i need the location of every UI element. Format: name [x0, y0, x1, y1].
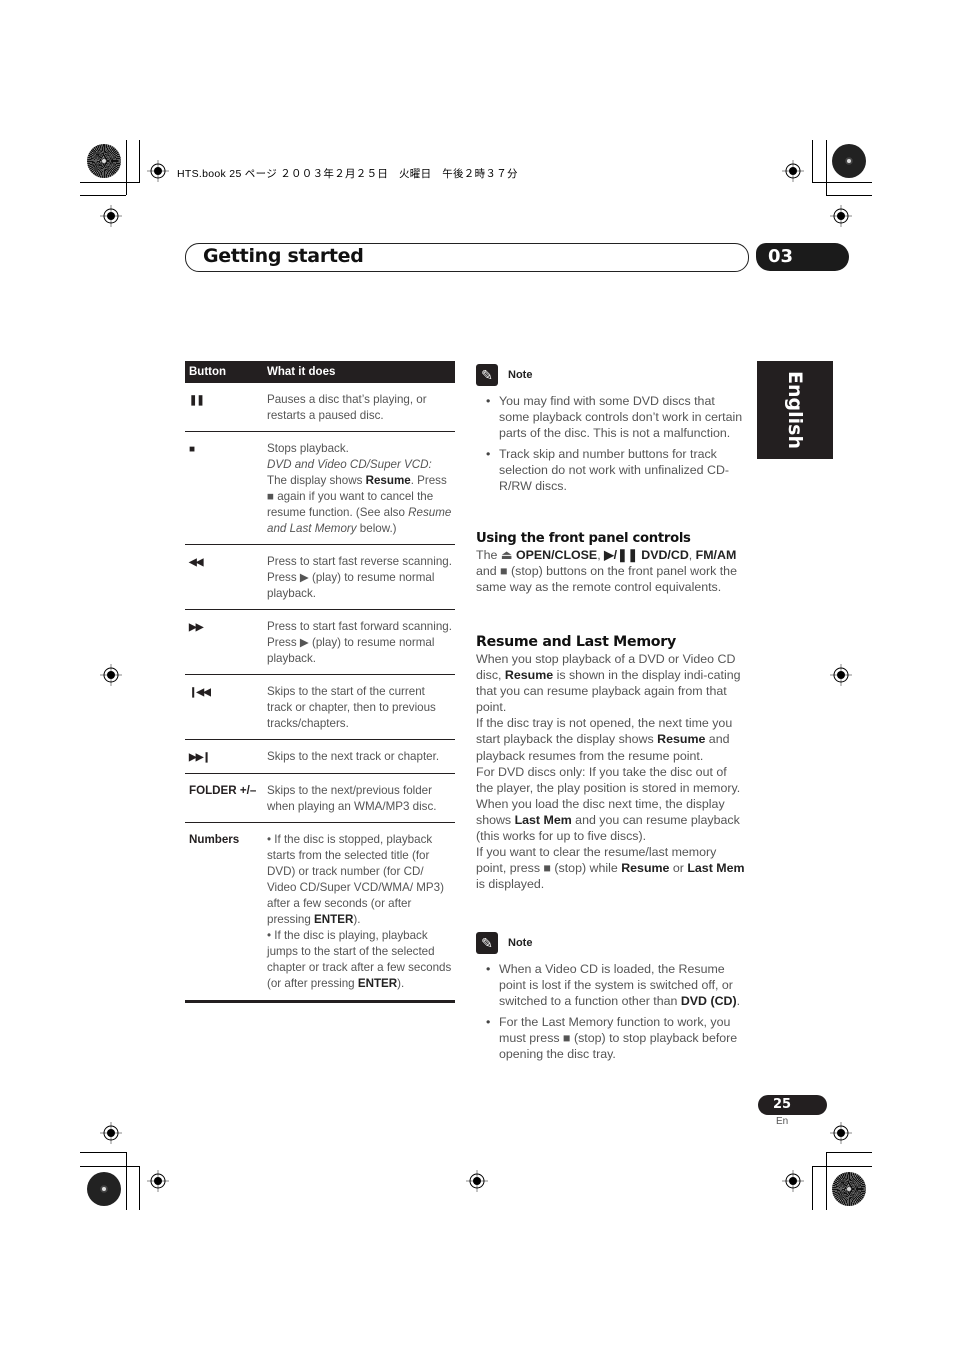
table-header: Button What it does — [185, 361, 455, 383]
pencil-icon: ✎ — [476, 364, 498, 386]
button-description: Press to start fast forward scanning. Pr… — [267, 620, 452, 665]
button-name: Numbers — [189, 833, 240, 846]
table-row: Numbers • If the disc is stopped, playbac… — [185, 823, 455, 1003]
registration-mark-icon — [466, 1170, 488, 1192]
note-box-1: ✎ Note You may find with some DVD discs … — [476, 363, 746, 500]
registration-mark-icon — [100, 205, 122, 227]
starburst-mark-bottom-left — [87, 1172, 121, 1206]
section-body: When you stop playback of a DVD or Video… — [476, 651, 746, 892]
pencil-icon: ✎ — [476, 932, 498, 954]
section-heading: Resume and Last Memory — [476, 634, 676, 650]
button-description: Skips to the next track or chapter. — [267, 750, 440, 763]
stop-icon: ■ — [189, 444, 195, 455]
crop-line — [812, 1166, 813, 1210]
starburst-mark-top-right — [832, 144, 866, 178]
button-name: FOLDER +/– — [189, 784, 257, 797]
note-list: When a Video CD is loaded, the Resume po… — [476, 961, 746, 1063]
starburst-mark-top-left — [87, 144, 121, 178]
button-description: Skips to the start of the current track … — [267, 685, 436, 730]
paragraph: If you want to clear the resume/last mem… — [476, 845, 745, 892]
table-row: ■ Stops playback. DVD and Video CD/Super V… — [185, 432, 455, 545]
crop-line — [126, 140, 127, 195]
front-panel-section: Using the front panel controls The ⏏ OPE… — [476, 530, 746, 595]
registration-mark-icon — [100, 1122, 122, 1144]
crop-line — [126, 1152, 127, 1210]
page-number: 25 — [773, 1097, 792, 1112]
fast-forward-icon: ▶▶ — [189, 622, 203, 633]
registration-mark-icon — [830, 664, 852, 686]
note-list: You may find with some DVD discs that so… — [476, 393, 746, 495]
crop-line — [826, 1152, 872, 1153]
crop-line — [80, 182, 140, 183]
crop-line — [80, 1166, 140, 1167]
language-tab-label: English — [784, 371, 806, 449]
section-title: Getting started — [203, 245, 364, 267]
section-body: The ⏏ OPEN/CLOSE, ▶/❚❚ DVD/CD, FM/AM and… — [476, 548, 737, 595]
table-row: ❚❚ Pauses a disc that’s playing, or resta… — [185, 383, 455, 432]
table-body: ❚❚ Pauses a disc that’s playing, or resta… — [185, 383, 455, 1003]
registration-mark-icon — [782, 160, 804, 182]
registration-mark-icon — [147, 1170, 169, 1192]
note-item: When a Video CD is loaded, the Resume po… — [476, 961, 746, 1009]
note-item: Track skip and number buttons for track … — [476, 446, 746, 494]
registration-mark-icon — [830, 205, 852, 227]
starburst-mark-bottom-right — [832, 1172, 866, 1206]
page-language: En — [776, 1116, 789, 1127]
column-header-button: Button — [189, 366, 227, 378]
table-row: ▶▶❙ Skips to the next track or chapter. — [185, 740, 455, 774]
paragraph: If the disc tray is not opened, the next… — [476, 716, 733, 763]
crop-line — [139, 1166, 140, 1210]
section-heading: Using the front panel controls — [476, 531, 691, 546]
note-label: Note — [508, 368, 533, 381]
crop-line — [826, 1152, 827, 1210]
language-tab-label-wrap: English — [757, 361, 833, 459]
registration-mark-icon — [782, 1170, 804, 1192]
table-row: ❙◀◀ Skips to the start of the current tra… — [185, 675, 455, 740]
registration-mark-icon — [830, 1122, 852, 1144]
crop-line — [812, 140, 813, 182]
print-slug: HTS.book 25 ページ ２００３年２月２５日 火曜日 午後２時３７分 — [177, 168, 518, 180]
table-row: ▶▶ Press to start fast forward scanning. … — [185, 610, 455, 675]
button-description: Skips to the next/previous folder when p… — [267, 784, 437, 813]
table-row: FOLDER +/– Skips to the next/previous fol… — [185, 774, 455, 823]
resume-section: Resume and Last Memory When you stop pla… — [476, 634, 746, 892]
button-description: Pauses a disc that’s playing, or restart… — [267, 393, 427, 422]
chapter-number: 03 — [768, 246, 794, 267]
note-header: ✎ Note — [476, 363, 746, 387]
button-description: • If the disc is stopped, playback start… — [267, 833, 452, 990]
button-description: Press to start fast reverse scanning. Pr… — [267, 555, 452, 600]
note-item: You may find with some DVD discs that so… — [476, 393, 746, 441]
column-header-what-it-does: What it does — [267, 366, 336, 378]
registration-mark-icon — [100, 664, 122, 686]
note-box-2: ✎ Note When a Video CD is loaded, the Re… — [476, 931, 746, 1068]
note-label: Note — [508, 936, 533, 949]
crop-line — [139, 140, 140, 182]
crop-line — [80, 195, 126, 196]
registration-mark-icon — [147, 160, 169, 182]
skip-previous-icon: ❙◀◀ — [189, 687, 211, 698]
crop-line — [826, 195, 872, 196]
crop-line — [826, 140, 827, 195]
page-number-badge — [758, 1095, 827, 1115]
note-item: For the Last Memory function to work, yo… — [476, 1014, 746, 1062]
paragraph: When you stop playback of a DVD or Video… — [476, 652, 741, 715]
fast-reverse-icon: ◀◀ — [189, 557, 203, 568]
pause-icon: ❚❚ — [189, 395, 205, 406]
crop-line — [812, 182, 872, 183]
button-function-table: Button What it does ❚❚ Pauses a disc that… — [185, 361, 455, 1003]
crop-line — [812, 1166, 872, 1167]
crop-line — [80, 1152, 126, 1153]
table-row: ◀◀ Press to start fast reverse scanning. … — [185, 545, 455, 610]
note-header: ✎ Note — [476, 931, 746, 955]
skip-next-icon: ▶▶❙ — [189, 752, 211, 763]
button-description: Stops playback. DVD and Video CD/Super VC… — [267, 442, 452, 535]
paragraph: For DVD discs only: If you take the disc… — [476, 764, 741, 844]
